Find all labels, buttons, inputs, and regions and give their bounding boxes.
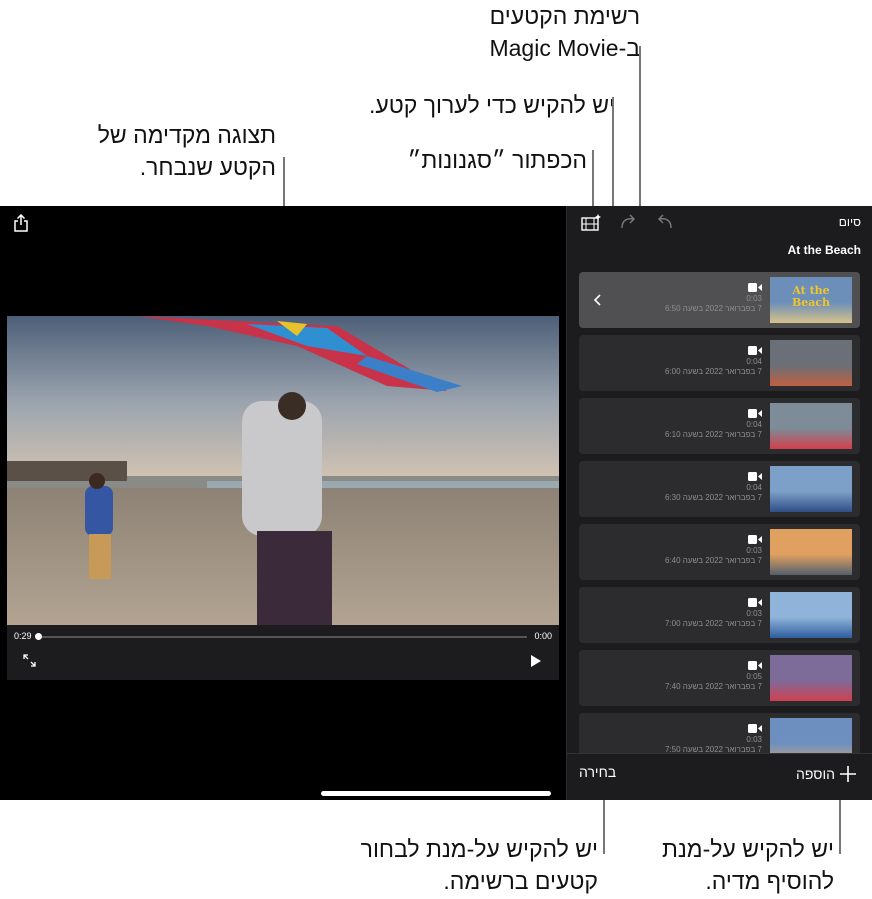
clip-date: 7 בפברואר 2022 בשעה 6:40 <box>664 556 762 565</box>
select-button[interactable]: בחירה <box>579 764 616 780</box>
clip-date: 7 בפברואר 2022 בשעה 6:50 <box>664 304 762 313</box>
video-camera-icon <box>748 598 762 607</box>
callout-select-clips: יש להקיש על-מנת לבחור קטעים ברשימה. <box>328 833 598 897</box>
clip-duration: 0:04 <box>746 483 762 492</box>
clip-list: At the Beach 0:03 7 בפברואר 2022 בשעה 6:50… <box>567 206 872 754</box>
clip-date: 7 בפברואר 2022 בשעה 6:10 <box>664 430 762 439</box>
scrubber[interactable] <box>35 633 527 640</box>
callout-add-line1: יש להקיש על-מנת <box>661 836 834 862</box>
video-camera-icon <box>748 346 762 355</box>
callout-preview-line2: הקטע שנבחר. <box>139 154 276 180</box>
clip-sidebar: סיום At the Beach At the Beach 0:03 7 בפבר… <box>566 206 872 800</box>
callout-select-line2: קטעים ברשימה. <box>443 868 598 894</box>
clip-duration: 0:04 <box>746 420 762 429</box>
clip-date: 7 בפברואר 2022 בשעה 7:40 <box>664 682 762 691</box>
plus-icon <box>840 766 856 782</box>
video-camera-icon <box>748 661 762 670</box>
player-controls: 0:29 0:00 <box>7 625 559 680</box>
clip-thumbnail <box>770 340 852 386</box>
clip-date: 7 בפברואר 2022 בשעה 7:00 <box>664 619 762 628</box>
clip-date: 7 בפברואר 2022 בשעה 6:30 <box>664 493 762 502</box>
sidebar-toolbar: בחירה הוספה <box>567 753 872 800</box>
video-camera-icon <box>748 283 762 292</box>
thumbnail-title: At the Beach <box>791 284 831 309</box>
callout-clip-list-line2: ב-Magic Movie <box>489 35 640 61</box>
clip-duration: 0:03 <box>746 609 762 618</box>
callout-edit-clip: יש להקיש כדי לערוך קטע. <box>368 92 615 118</box>
clip-thumbnail <box>770 403 852 449</box>
clip-item[interactable]: 0:03 7 בפברואר 2022 בשעה 7:00 <box>579 587 860 643</box>
video-camera-icon <box>748 724 762 733</box>
clip-item[interactable]: 0:04 7 בפברואר 2022 בשעה 6:00 <box>579 335 860 391</box>
clip-thumbnail <box>770 466 852 512</box>
add-media-label: הוספה <box>796 766 835 782</box>
video-camera-icon <box>748 535 762 544</box>
clip-duration: 0:04 <box>746 357 762 366</box>
callout-add-media: יש להקיש על-מנת להוסיף מדיה. <box>636 833 834 897</box>
clip-item[interactable]: 0:03 7 בפברואר 2022 בשעה 6:40 <box>579 524 860 580</box>
clip-item[interactable]: 0:04 7 בפברואר 2022 בשעה 6:30 <box>579 461 860 517</box>
scrubber-knob[interactable] <box>35 633 42 640</box>
clip-preview[interactable] <box>7 316 559 625</box>
callout-styles-button: הכפתור ״סגנונות״ <box>407 147 587 173</box>
share-icon[interactable] <box>13 214 29 232</box>
callout-leader-styles <box>592 150 594 212</box>
clip-thumbnail <box>770 655 852 701</box>
elapsed-time: 0:29 <box>14 631 32 641</box>
callout-select-line1: יש להקיש על-מנת לבחור <box>360 836 598 862</box>
home-indicator <box>321 791 551 796</box>
imovie-screen: 0:29 0:00 סיום At the Beach At the Beach… <box>0 206 872 800</box>
fullscreen-icon[interactable] <box>23 654 36 667</box>
clip-thumbnail <box>770 529 852 575</box>
clip-item[interactable]: At the Beach 0:03 7 בפברואר 2022 בשעה 6:50 <box>579 272 860 328</box>
chevron-left-icon[interactable] <box>593 294 601 306</box>
clip-thumbnail: At the Beach <box>770 277 852 323</box>
clip-item[interactable]: 0:05 7 בפברואר 2022 בשעה 7:40 <box>579 650 860 706</box>
video-camera-icon <box>748 472 762 481</box>
clip-thumbnail <box>770 592 852 638</box>
video-camera-icon <box>748 409 762 418</box>
clip-item[interactable]: 0:03 7 בפברואר 2022 בשעה 7:50 <box>579 713 860 754</box>
add-media-button[interactable]: הוספה <box>796 762 857 786</box>
callout-preview: תצוגה מקדימה של הקטע שנבחר. <box>80 119 276 183</box>
callout-add-line2: להוסיף מדיה. <box>705 868 834 894</box>
clip-duration: 0:05 <box>746 672 762 681</box>
current-time: 0:00 <box>534 631 552 641</box>
callout-preview-line1: תצוגה מקדימה של <box>97 122 276 148</box>
clip-duration: 0:03 <box>746 546 762 555</box>
clip-date: 7 בפברואר 2022 בשעה 6:00 <box>664 367 762 376</box>
clip-item[interactable]: 0:04 7 בפברואר 2022 בשעה 6:10 <box>579 398 860 454</box>
clip-duration: 0:03 <box>746 294 762 303</box>
clip-duration: 0:03 <box>746 735 762 744</box>
preview-image <box>7 316 559 625</box>
callout-clip-list: רשימת הקטעים ב-Magic Movie <box>440 0 640 64</box>
play-icon[interactable] <box>531 655 541 667</box>
clip-thumbnail <box>770 718 852 754</box>
callout-clip-list-line1: רשימת הקטעים <box>489 3 640 29</box>
